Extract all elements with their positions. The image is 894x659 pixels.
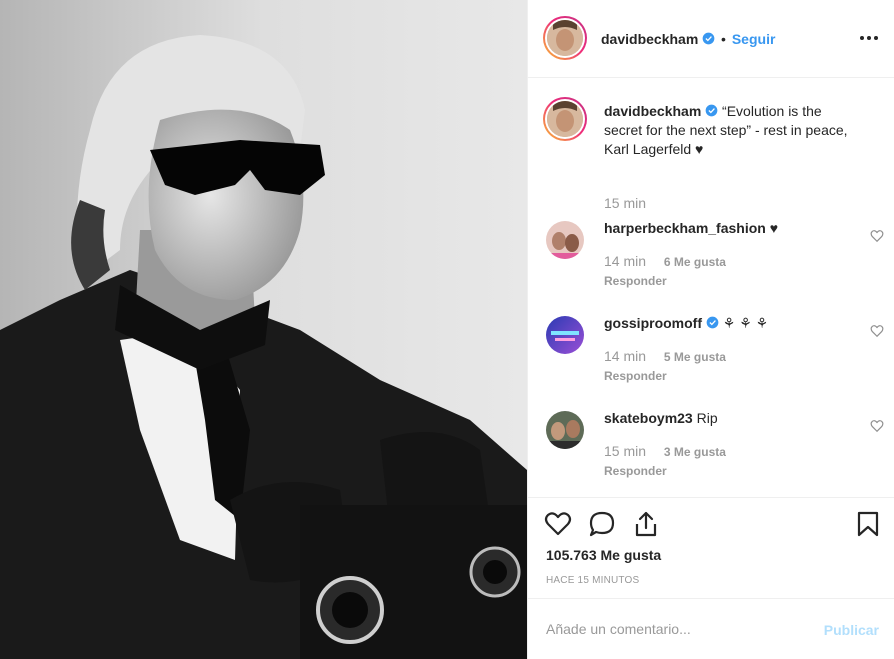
comment-timestamp[interactable]: 14 min (604, 348, 646, 364)
verified-badge-icon (705, 104, 718, 117)
add-comment-bar: Publicar (528, 598, 894, 659)
comment-likes[interactable]: 5 Me gusta (664, 350, 726, 364)
comment-text: ⚘ ⚘ ⚘ (722, 315, 769, 331)
post-actions: 105.763 Me gusta HACE 15 MINUTOS (528, 497, 894, 597)
comment-text: Rip (696, 410, 718, 426)
avatar-photo (547, 20, 583, 56)
comment-text: ♥ (769, 220, 779, 236)
commenter-username[interactable]: gossiproomoff (604, 315, 702, 331)
avatar-photo (546, 316, 584, 354)
post-sidebar: davidbeckham • Seguir davidbeckham “Evol… (527, 0, 894, 659)
comment-likes[interactable]: 6 Me gusta (664, 255, 726, 269)
heart-icon[interactable] (870, 229, 884, 243)
likes-count[interactable]: 105.763 Me gusta (546, 547, 661, 563)
like-heart-icon[interactable] (544, 510, 572, 538)
caption-avatar[interactable] (543, 97, 587, 141)
avatar-photo (546, 411, 584, 449)
heart-icon[interactable] (870, 324, 884, 338)
reply-button[interactable]: Responder (604, 274, 667, 288)
reply-button[interactable]: Responder (604, 464, 667, 478)
verified-badge-icon (706, 316, 719, 329)
commenter-username[interactable]: harperbeckham_fashion (604, 220, 766, 236)
caption-timestamp[interactable]: 15 min (604, 195, 646, 211)
verified-badge-icon (702, 32, 715, 45)
heart-icon[interactable] (870, 419, 884, 433)
publish-button[interactable]: Publicar (824, 622, 879, 638)
more-options-icon[interactable] (859, 30, 879, 46)
comment-input[interactable] (546, 617, 806, 641)
commenter-avatar[interactable] (546, 221, 584, 259)
share-icon[interactable] (632, 510, 660, 538)
commenter-username[interactable]: skateboym23 (604, 410, 693, 426)
author-avatar[interactable] (543, 16, 587, 60)
comment-timestamp[interactable]: 14 min (604, 253, 646, 269)
follow-button[interactable]: Seguir (732, 31, 776, 47)
caption-username[interactable]: davidbeckham (604, 103, 701, 119)
comment-likes[interactable]: 3 Me gusta (664, 445, 726, 459)
comment-item: gossiproomoff ⚘ ⚘ ⚘ 14 min 5 Me gusta Re… (544, 314, 884, 394)
commenter-avatar[interactable] (546, 316, 584, 354)
commenter-avatar[interactable] (546, 411, 584, 449)
post-header: davidbeckham • Seguir (528, 0, 894, 78)
comment-item: harperbeckham_fashion ♥ 14 min 6 Me gust… (544, 219, 884, 299)
comment-icon[interactable] (588, 510, 616, 538)
author-username[interactable]: davidbeckham (601, 31, 698, 47)
comment-timestamp[interactable]: 15 min (604, 443, 646, 459)
portrait-photo (0, 0, 527, 659)
bookmark-icon[interactable] (854, 510, 882, 538)
post-photo[interactable] (0, 0, 527, 659)
avatar-photo (546, 221, 584, 259)
comment-item: skateboym23 Rip 15 min 3 Me gusta Respon… (544, 409, 884, 489)
post-time-ago[interactable]: HACE 15 MINUTOS (546, 575, 639, 586)
reply-button[interactable]: Responder (604, 369, 667, 383)
separator-dot: • (721, 31, 726, 47)
comments-list[interactable]: davidbeckham “Evolution is the secret fo… (528, 79, 894, 496)
avatar-photo (547, 101, 583, 137)
